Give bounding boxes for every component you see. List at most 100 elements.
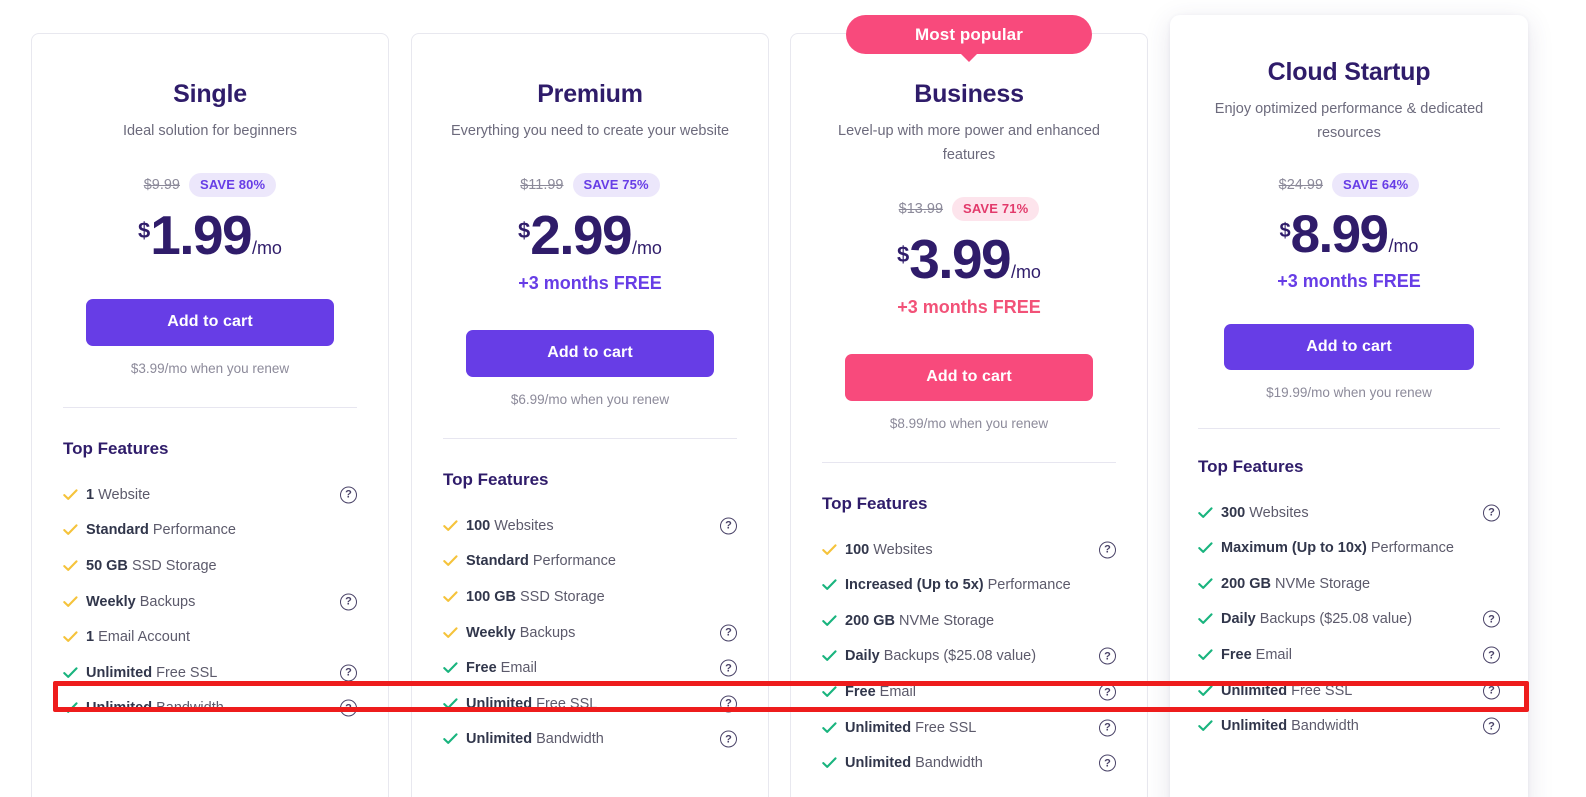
help-circle-icon[interactable]: ? <box>1483 682 1500 700</box>
feature-label-strong: Free <box>845 684 876 701</box>
help-circle-icon[interactable]: ? <box>720 730 737 748</box>
add-to-cart-button[interactable]: Add to cart <box>845 353 1093 401</box>
feature-label: Unlimited Bandwidth <box>845 755 983 771</box>
help-circle-icon[interactable]: ? <box>1483 717 1500 735</box>
feature-row: Standard Performance? <box>443 544 737 580</box>
feature-label-strong: Unlimited <box>86 700 153 717</box>
most-popular-label: Most popular <box>915 24 1023 44</box>
most-popular-badge: Most popular <box>846 15 1092 62</box>
feature-label-strong: Unlimited <box>1221 718 1288 735</box>
discount-row: $24.99 SAVE 64% <box>1198 171 1500 199</box>
feature-row: 100 GB SSD Storage? <box>443 579 737 615</box>
feature-row: Unlimited Free SSL? <box>1198 673 1500 709</box>
check-icon <box>1198 542 1213 554</box>
help-circle-icon[interactable]: ? <box>340 699 357 717</box>
feature-label-strong: Unlimited <box>845 719 912 736</box>
feature-label-rest: Email <box>1251 647 1292 664</box>
feature-label: Standard Performance <box>466 553 616 569</box>
feature-label-rest: Backups ($25.08 value) <box>1255 611 1413 628</box>
feature-label-rest: Bandwidth <box>1287 718 1359 735</box>
feature-label-rest: Websites <box>869 541 933 558</box>
help-circle-icon[interactable]: ? <box>720 624 737 641</box>
feature-label-strong: Increased (Up to 5x) <box>845 577 984 594</box>
help-circle-icon[interactable]: ? <box>1099 683 1116 701</box>
check-icon <box>822 721 837 734</box>
feature-label-strong: Daily <box>1221 611 1256 628</box>
help-circle-icon[interactable]: ? <box>1099 541 1116 559</box>
original-price: $24.99 <box>1278 176 1324 193</box>
current-price: $8.99/mo <box>1198 208 1500 261</box>
feature-row: Daily Backups ($25.08 value)? <box>822 639 1116 675</box>
feature-label-strong: Weekly <box>86 593 136 610</box>
feature-label: 100 Websites <box>466 518 554 534</box>
help-circle-icon[interactable]: ? <box>1099 719 1116 737</box>
months-free-note: +3 months FREE <box>1277 270 1421 291</box>
check-icon <box>822 686 837 698</box>
help-circle-icon[interactable]: ? <box>720 659 737 677</box>
feature-label: 300 Websites <box>1221 505 1309 521</box>
feature-label-rest: Backups <box>515 624 576 641</box>
help-circle-icon[interactable]: ? <box>340 664 357 682</box>
feature-label-strong: Unlimited <box>1221 682 1288 699</box>
months-free-note: +3 months FREE <box>897 296 1041 317</box>
top-features-heading: Top Features <box>1198 456 1304 476</box>
feature-label: Unlimited Bandwidth <box>466 731 604 747</box>
feature-label-rest: Free SSL <box>532 695 598 712</box>
feature-label: Unlimited Free SSL <box>86 665 217 681</box>
price-amount: 3.99 <box>909 227 1011 290</box>
feature-label-rest: Free SSL <box>1287 682 1353 699</box>
feature-row: Unlimited Free SSL? <box>443 686 737 722</box>
feature-row: 100 Websites? <box>822 532 1116 568</box>
feature-label-strong: Standard <box>466 553 529 570</box>
plan-description: Level-up with more power and enhanced fe… <box>838 123 1100 163</box>
renewal-price-note: $19.99/mo when you renew <box>1266 384 1432 400</box>
help-circle-icon[interactable]: ? <box>1483 504 1500 522</box>
feature-label: 200 GB NVMe Storage <box>845 613 994 629</box>
check-icon <box>1198 506 1213 519</box>
feature-label-rest: SSD Storage <box>127 557 217 574</box>
add-to-cart-button[interactable]: Add to cart <box>86 298 334 346</box>
feature-label-rest: Websites <box>1245 504 1309 521</box>
feature-label: 1 Email Account <box>86 629 190 645</box>
feature-label: Standard Performance <box>86 522 236 538</box>
check-icon <box>63 667 78 679</box>
feature-label-rest: Performance <box>528 553 616 570</box>
help-circle-icon[interactable]: ? <box>1099 754 1116 772</box>
add-to-cart-button[interactable]: Add to cart <box>466 329 714 377</box>
current-price: $2.99/mo <box>443 207 737 263</box>
feature-label: Unlimited Bandwidth <box>86 700 224 716</box>
feature-row: 100 Websites? <box>443 508 737 544</box>
feature-list: 100 Websites?Standard Performance?100 GB… <box>443 508 737 757</box>
feature-row: Weekly Backups? <box>63 584 357 620</box>
help-circle-icon[interactable]: ? <box>720 695 737 713</box>
card-body: Single Ideal solution for beginners $9.99 S… <box>32 80 388 726</box>
feature-row: Unlimited Free SSL? <box>822 710 1116 746</box>
feature-row: 200 GB NVMe Storage? <box>1198 566 1500 602</box>
badge-pointer-icon <box>960 53 978 62</box>
feature-label-strong: Weekly <box>466 624 516 641</box>
help-circle-icon[interactable]: ? <box>340 486 357 504</box>
help-circle-icon[interactable]: ? <box>720 517 737 535</box>
feature-label: Unlimited Free SSL <box>1221 683 1352 699</box>
help-circle-icon[interactable]: ? <box>340 593 357 610</box>
check-icon <box>443 698 458 710</box>
pricing-card-premium: Premium Everything you need to create you… <box>411 33 769 797</box>
discount-row: $13.99 SAVE 71% <box>822 195 1116 223</box>
pricing-page: Most popular Single Ideal solution for be… <box>0 0 1586 797</box>
feature-label-strong: 200 GB <box>845 612 895 629</box>
feature-label-rest: NVMe Storage <box>1270 575 1371 592</box>
feature-label-rest: Email <box>875 684 916 701</box>
help-circle-icon[interactable]: ? <box>1483 646 1500 664</box>
section-divider <box>822 461 1116 463</box>
current-price: $3.99/mo <box>822 227 1116 290</box>
add-to-cart-button[interactable]: Add to cart <box>1224 323 1474 370</box>
feature-label-strong: 300 <box>1221 504 1246 521</box>
help-circle-icon[interactable]: ? <box>1483 610 1500 628</box>
check-icon <box>443 555 458 567</box>
feature-label-strong: 200 GB <box>1221 575 1271 592</box>
feature-label-strong: 1 <box>86 486 95 503</box>
feature-label: Free Email <box>845 684 916 700</box>
help-circle-icon[interactable]: ? <box>1099 647 1116 665</box>
original-price: $11.99 <box>520 176 564 193</box>
check-icon <box>822 579 837 591</box>
